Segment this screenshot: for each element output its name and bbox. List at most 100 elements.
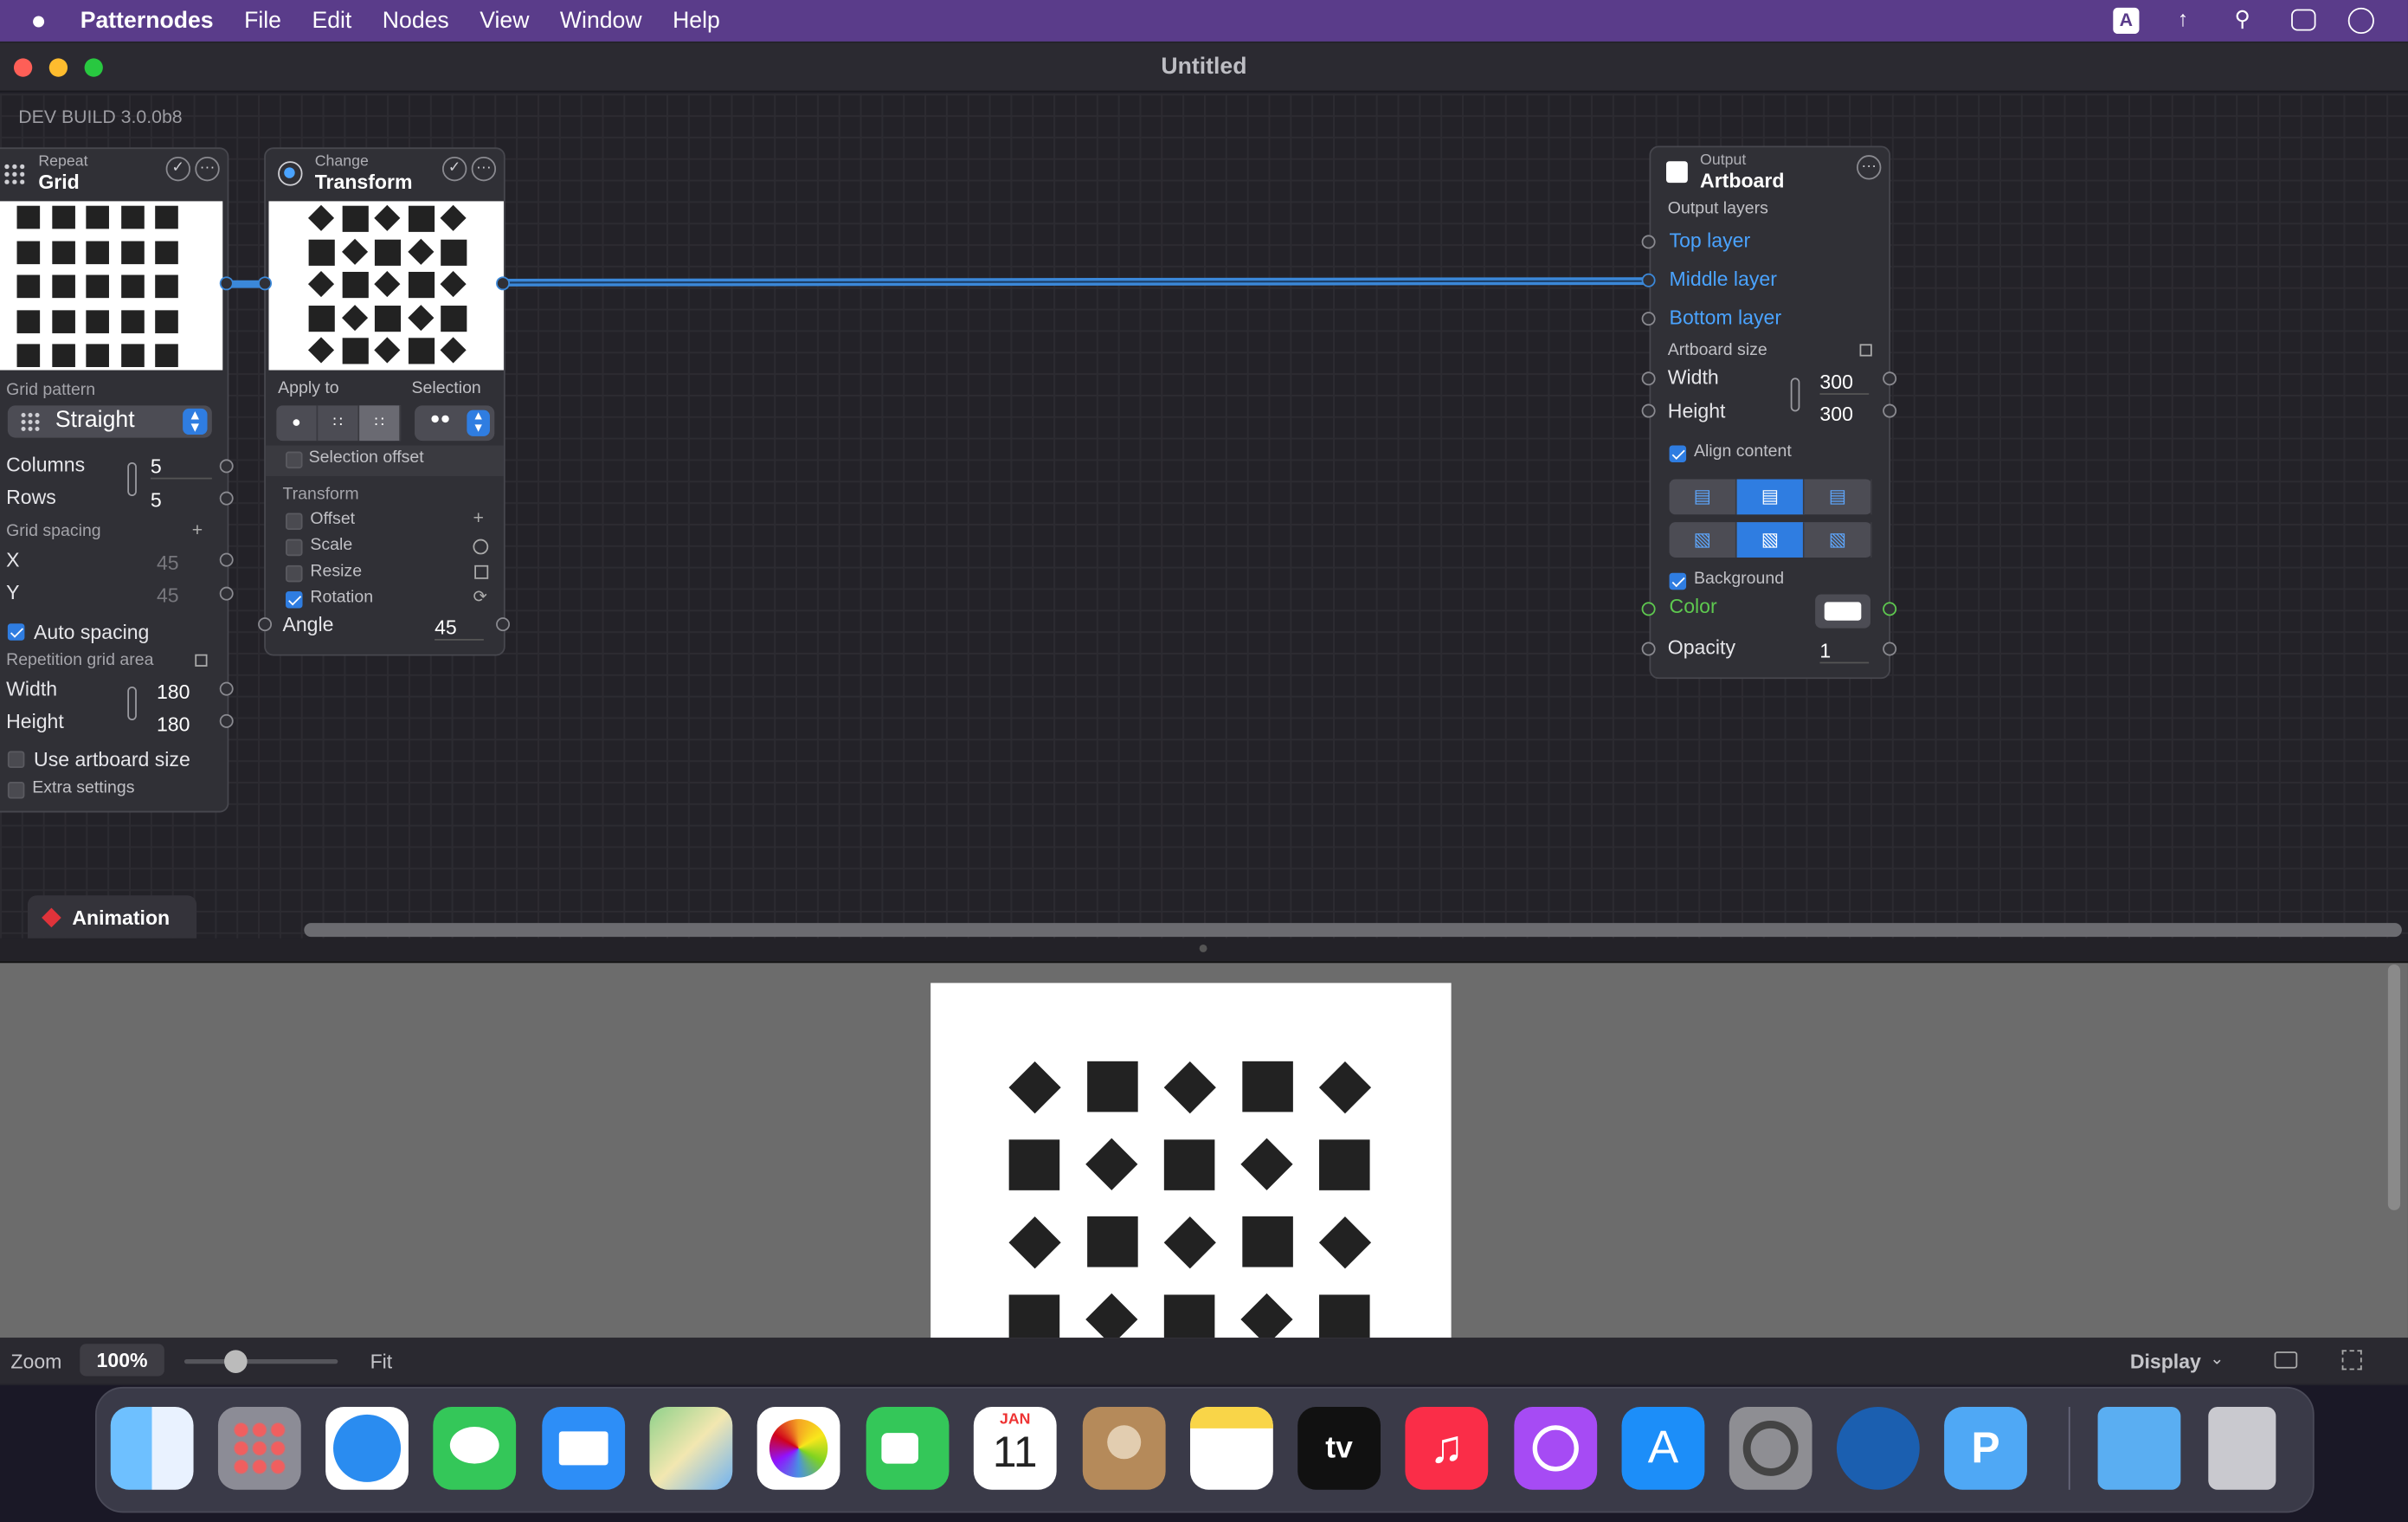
facetime-icon[interactable] — [866, 1406, 950, 1490]
launchpad-icon[interactable] — [217, 1406, 301, 1490]
artboard-width-field[interactable]: 300 — [1819, 371, 1870, 395]
width-port-in[interactable] — [1641, 371, 1656, 386]
offset-checkbox[interactable] — [286, 513, 303, 531]
messages-icon[interactable] — [433, 1406, 517, 1490]
more-icon[interactable]: ··· — [471, 156, 497, 182]
zoom-value[interactable]: 100% — [80, 1344, 164, 1377]
y-field[interactable]: 45 — [157, 584, 179, 607]
calendar-icon[interactable]: JAN 11 — [973, 1406, 1057, 1490]
bottom-layer-port[interactable] — [1641, 312, 1656, 326]
app-store-icon[interactable]: A — [1621, 1406, 1705, 1490]
apple-icon[interactable]: ● — [0, 5, 61, 35]
control-center-icon[interactable] — [2291, 9, 2316, 31]
menu-edit[interactable]: Edit — [297, 8, 367, 34]
finder-icon[interactable] — [110, 1406, 194, 1490]
align-right-icon[interactable]: ▤ — [1805, 479, 1872, 515]
columns-field[interactable]: 5 — [150, 455, 212, 480]
area-icon[interactable] — [195, 654, 208, 667]
horizontal-scrollbar[interactable] — [304, 923, 2402, 938]
rows-port[interactable] — [219, 491, 234, 506]
window-mode-icon[interactable] — [2274, 1351, 2298, 1369]
height-port[interactable] — [219, 713, 234, 728]
opacity-port-out[interactable] — [1883, 642, 1897, 656]
columns-port[interactable] — [219, 459, 234, 474]
x-field[interactable]: 45 — [157, 551, 179, 575]
opacity-field[interactable]: 1 — [1819, 639, 1870, 664]
scale-checkbox[interactable] — [286, 539, 303, 557]
mail-icon[interactable] — [542, 1406, 626, 1490]
transform-input-port[interactable] — [258, 276, 273, 291]
color-port-in[interactable] — [1641, 602, 1656, 616]
height-port-in[interactable] — [1641, 403, 1656, 418]
menu-help[interactable]: Help — [657, 8, 735, 34]
y-port[interactable] — [219, 586, 234, 601]
rows-field[interactable]: 5 — [151, 488, 212, 512]
more-icon[interactable]: ··· — [195, 156, 220, 182]
more-icon[interactable]: ··· — [1857, 155, 1882, 180]
middle-layer-input[interactable]: Middle layer — [1670, 268, 1777, 291]
move-icon[interactable]: + — [192, 519, 203, 541]
height-port-out[interactable] — [1883, 403, 1897, 418]
color-swatch[interactable] — [1815, 594, 1870, 629]
angle-field[interactable]: 45 — [435, 616, 484, 641]
align-middle-icon[interactable]: ▧ — [1736, 522, 1805, 558]
apply-to-segmented[interactable]: ● ∷ ∷ — [276, 405, 402, 442]
width-port[interactable] — [219, 681, 234, 696]
height-field[interactable]: 180 — [157, 713, 190, 736]
background-checkbox[interactable] — [1669, 572, 1687, 590]
photos-icon[interactable] — [757, 1406, 840, 1490]
apply-all-icon[interactable]: ∷ — [318, 405, 360, 442]
vertical-scrollbar[interactable] — [2387, 964, 2401, 1210]
opacity-port-in[interactable] — [1641, 642, 1656, 656]
maps-icon[interactable] — [649, 1406, 733, 1490]
selection-offset-checkbox[interactable] — [286, 451, 303, 469]
safari-icon[interactable] — [325, 1406, 409, 1490]
top-layer-input[interactable]: Top layer — [1670, 229, 1751, 252]
link-icon[interactable] — [127, 461, 137, 497]
search-icon[interactable]: ⚲ — [2234, 6, 2250, 32]
width-field[interactable]: 180 — [157, 680, 190, 704]
artboard-node[interactable]: Output Artboard ··· Output layers Top la… — [1649, 145, 1891, 680]
fit-button[interactable]: Fit — [370, 1350, 393, 1373]
grid-output-port[interactable] — [219, 276, 234, 291]
middle-layer-port[interactable] — [1641, 273, 1656, 287]
selection-select[interactable]: ●● ▲ ▼ — [415, 405, 495, 442]
display-menu[interactable]: Display — [2130, 1350, 2201, 1373]
width-port-out[interactable] — [1883, 371, 1897, 386]
size-icon[interactable] — [1859, 344, 1872, 357]
split-divider[interactable] — [0, 938, 2408, 964]
fullscreen-icon[interactable] — [2341, 1350, 2362, 1370]
music-icon[interactable]: ♫ — [1405, 1406, 1489, 1490]
menu-window[interactable]: Window — [544, 8, 657, 34]
trash-icon[interactable] — [2208, 1406, 2276, 1490]
notes-icon[interactable] — [1190, 1406, 1273, 1490]
angle-port-in[interactable] — [258, 617, 273, 632]
check-icon[interactable]: ✓ — [441, 156, 467, 182]
align-left-icon[interactable]: ▤ — [1670, 479, 1737, 515]
align-content-checkbox[interactable] — [1669, 445, 1687, 462]
zoom-slider-track[interactable] — [183, 1358, 338, 1364]
link-icon[interactable] — [1790, 377, 1800, 412]
menu-nodes[interactable]: Nodes — [367, 8, 464, 34]
apply-selection-icon[interactable]: ∷ — [359, 405, 402, 442]
bottom-layer-input[interactable]: Bottom layer — [1670, 306, 1781, 329]
link-icon[interactable] — [127, 686, 137, 721]
check-icon[interactable]: ✓ — [165, 156, 191, 182]
auto-spacing-checkbox[interactable] — [7, 623, 25, 641]
grid-pattern-select[interactable]: Straight ▲ ▼ — [7, 405, 212, 438]
transform-output-port[interactable] — [496, 276, 511, 291]
angle-port-out[interactable] — [496, 617, 511, 632]
siri-icon[interactable] — [2347, 7, 2374, 35]
transform-node[interactable]: Change Transform ✓ ··· Apply to Selectio… — [264, 147, 505, 656]
contacts-icon[interactable] — [1082, 1406, 1166, 1490]
apple-tv-icon[interactable]: tv — [1297, 1406, 1381, 1490]
downloads-folder-icon[interactable] — [2097, 1406, 2181, 1490]
x-port[interactable] — [219, 552, 234, 567]
menu-view[interactable]: View — [464, 8, 544, 34]
animation-tab[interactable]: Animation — [27, 895, 197, 938]
align-top-icon[interactable]: ▧ — [1670, 522, 1737, 558]
zoom-slider-knob[interactable] — [223, 1350, 247, 1373]
vertical-align-segmented[interactable]: ▧ ▧ ▧ — [1669, 522, 1872, 558]
horizontal-align-segmented[interactable]: ▤ ▤ ▤ — [1669, 479, 1872, 515]
resize-checkbox[interactable] — [286, 564, 303, 583]
